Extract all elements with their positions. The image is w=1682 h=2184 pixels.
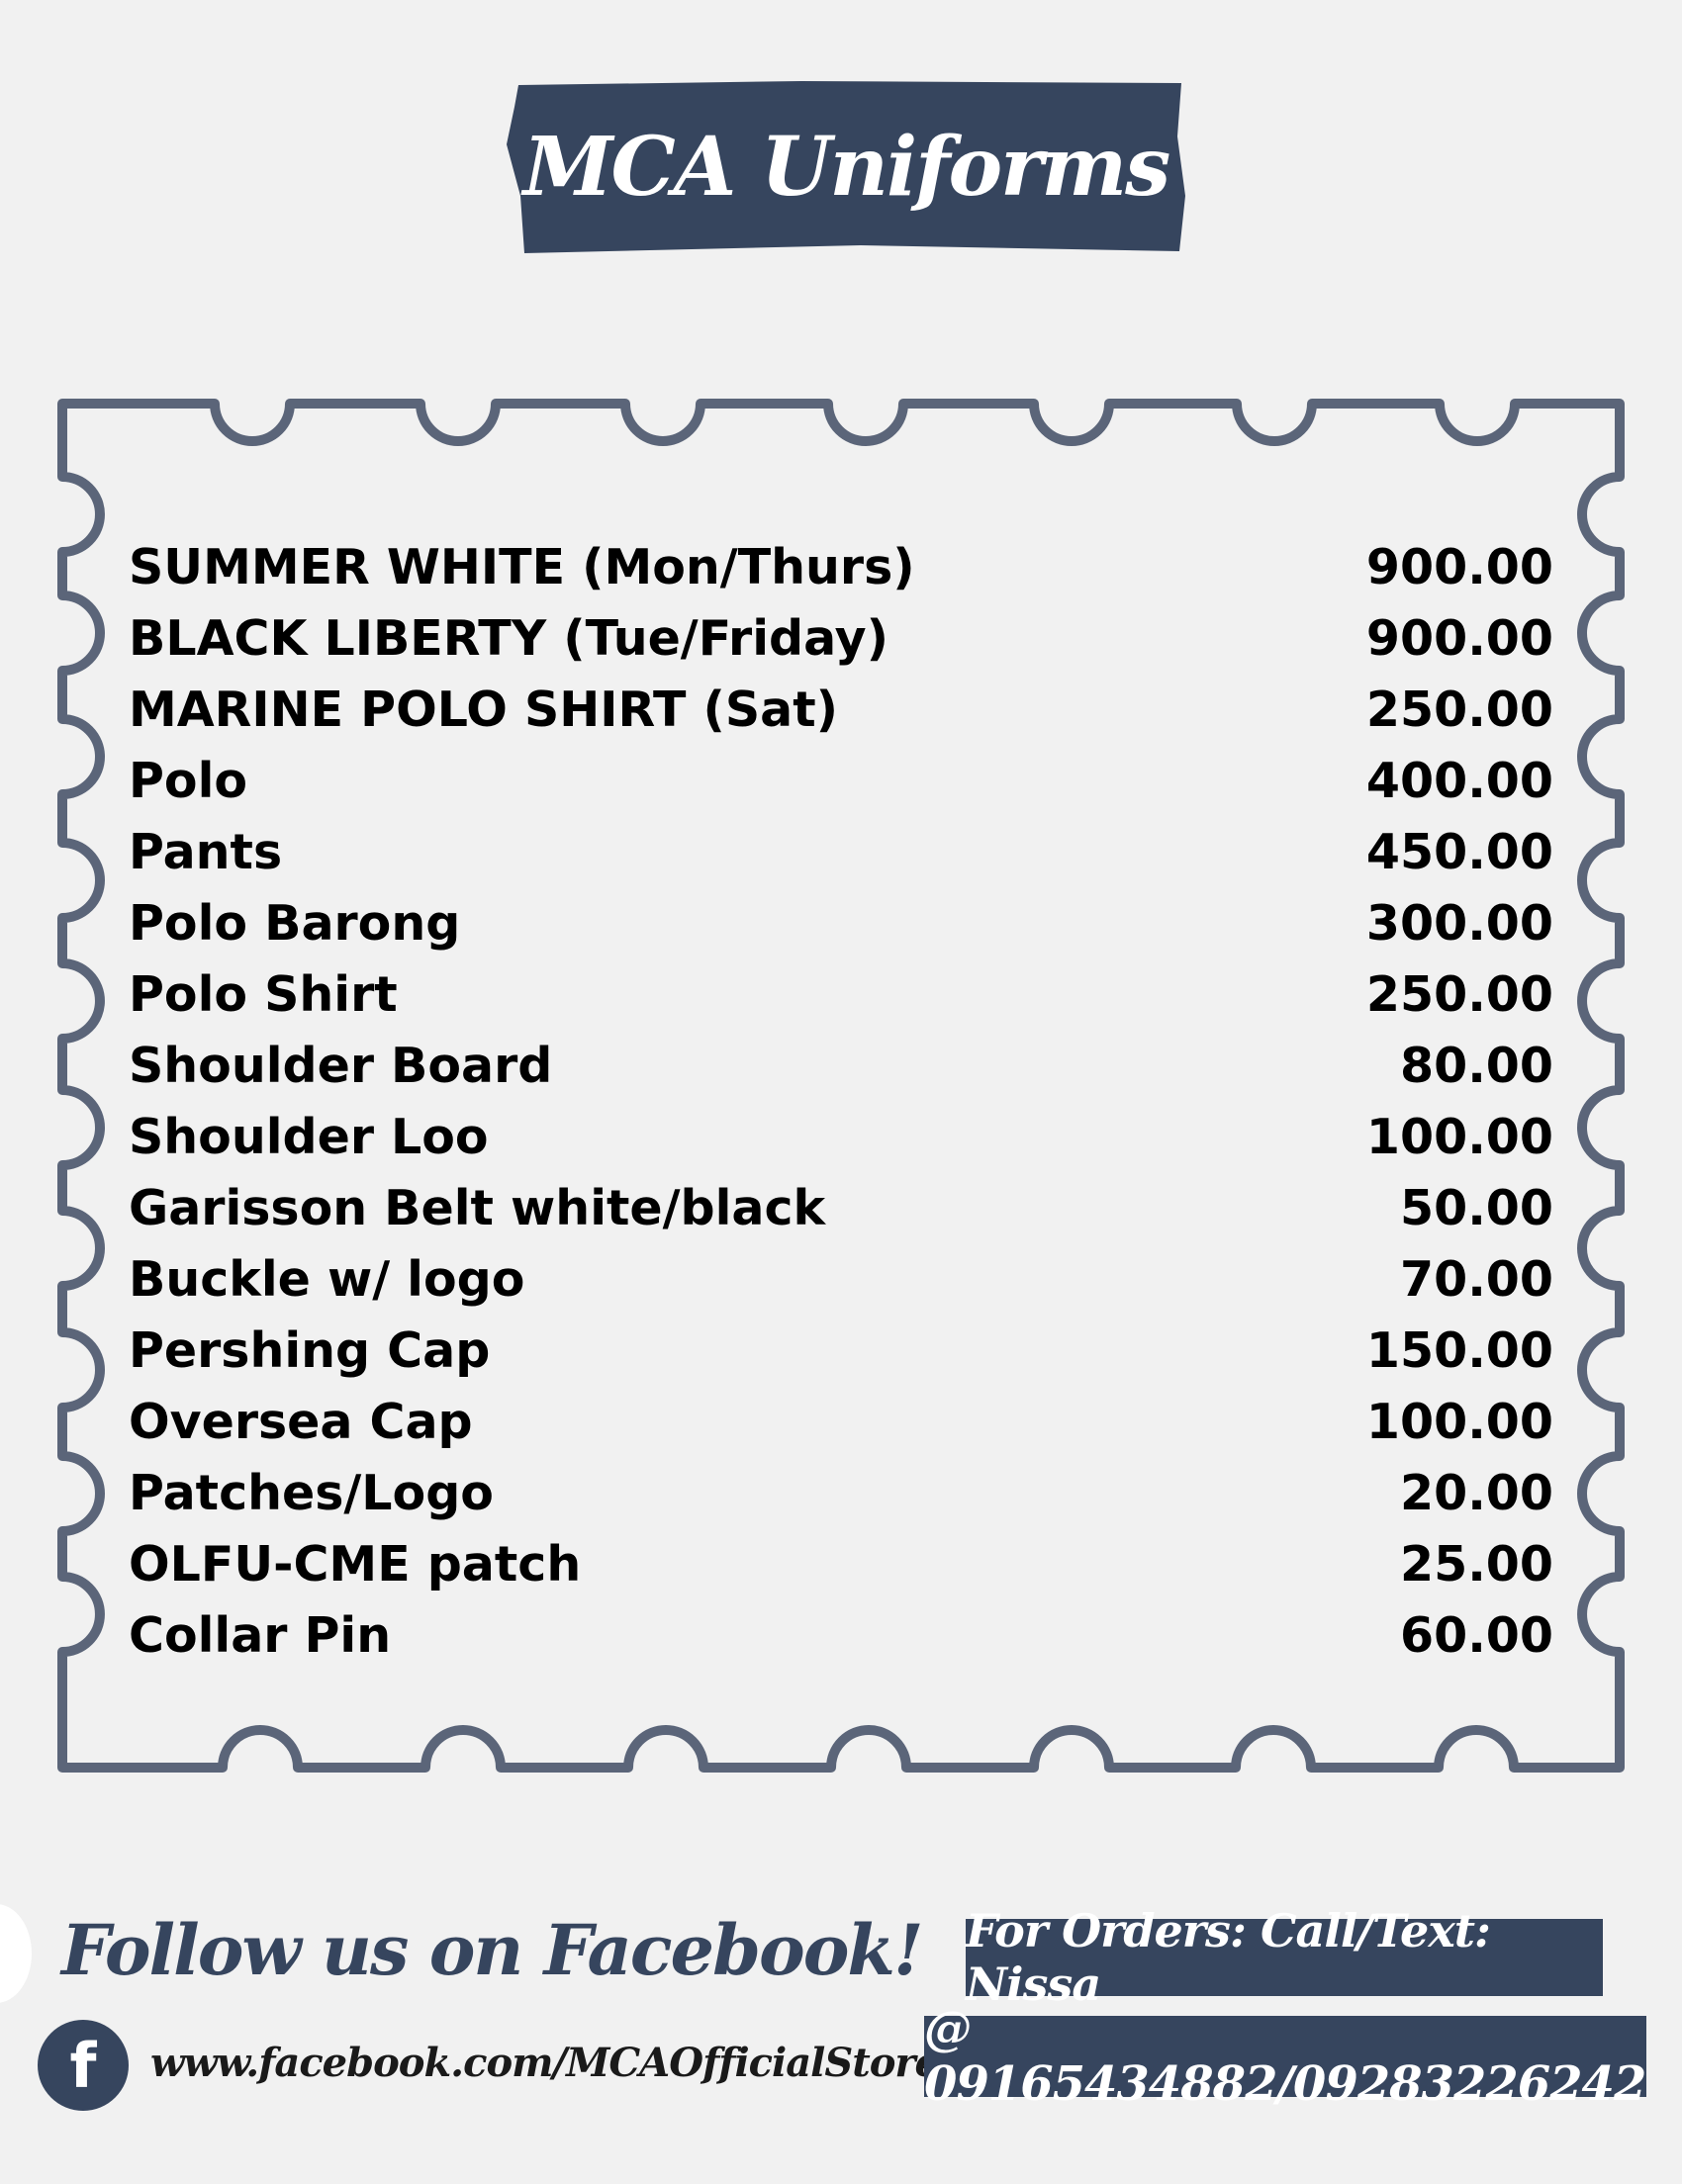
decorative-circle <box>0 1904 32 2003</box>
item-price: 300.00 <box>1365 894 1553 952</box>
item-price: 25.00 <box>1400 1535 1553 1592</box>
price-list: SUMMER WHITE (Mon/Thurs) 900.00 BLACK LIBE… <box>129 531 1553 1671</box>
price-row: MARINE POLO SHIRT (Sat) 250.00 <box>129 674 1553 745</box>
item-name: BLACK LIBERTY (Tue/Friday) <box>129 609 888 667</box>
price-row: Polo 400.00 <box>129 745 1553 816</box>
item-name: Patches/Logo <box>129 1464 494 1521</box>
item-price: 450.00 <box>1365 823 1553 880</box>
price-row: Garisson Belt white/black 50.00 <box>129 1172 1553 1243</box>
item-name: OLFU-CME patch <box>129 1535 582 1592</box>
price-row: Patches/Logo 20.00 <box>129 1457 1553 1528</box>
item-name: Garisson Belt white/black <box>129 1179 826 1236</box>
page-title: MCA Uniforms <box>522 120 1171 215</box>
item-name: Oversea Cap <box>129 1393 473 1450</box>
price-row: Polo Barong 300.00 <box>129 887 1553 958</box>
price-row: Polo Shirt 250.00 <box>129 958 1553 1030</box>
item-price: 900.00 <box>1365 538 1553 595</box>
item-price: 900.00 <box>1365 609 1553 667</box>
price-row: Shoulder Loo 100.00 <box>129 1101 1553 1172</box>
item-name: Pershing Cap <box>129 1321 491 1379</box>
item-price: 400.00 <box>1365 752 1553 809</box>
item-price: 70.00 <box>1400 1250 1553 1308</box>
item-name: Shoulder Board <box>129 1037 553 1094</box>
item-name: Polo <box>129 752 248 809</box>
price-row: SUMMER WHITE (Mon/Thurs) 900.00 <box>129 531 1553 602</box>
item-name: Collar Pin <box>129 1606 392 1664</box>
price-row: OLFU-CME patch 25.00 <box>129 1528 1553 1599</box>
item-price: 20.00 <box>1400 1464 1553 1521</box>
item-price: 100.00 <box>1365 1393 1553 1450</box>
price-row: Collar Pin 60.00 <box>129 1599 1553 1671</box>
facebook-icon[interactable]: f <box>38 2020 129 2111</box>
item-price: 80.00 <box>1400 1037 1553 1094</box>
item-price: 250.00 <box>1365 681 1553 738</box>
phone-numbers: @ 09165434882/09283226242 <box>924 2001 1646 2112</box>
item-price: 250.00 <box>1365 965 1553 1023</box>
orders-contact-label: For Orders: Call/Text: Nissa <box>966 1904 1603 2011</box>
item-price: 50.00 <box>1400 1179 1553 1236</box>
item-name: SUMMER WHITE (Mon/Thurs) <box>129 538 915 595</box>
title-banner: MCA Uniforms <box>505 77 1187 257</box>
item-price: 100.00 <box>1365 1108 1553 1165</box>
item-name: MARINE POLO SHIRT (Sat) <box>129 681 839 738</box>
facebook-url-link[interactable]: www.facebook.com/MCAOfficialStore/ <box>150 2040 954 2086</box>
item-price: 60.00 <box>1400 1606 1553 1664</box>
price-row: Pershing Cap 150.00 <box>129 1315 1553 1386</box>
item-name: Shoulder Loo <box>129 1108 489 1165</box>
price-row: BLACK LIBERTY (Tue/Friday) 900.00 <box>129 602 1553 674</box>
item-price: 150.00 <box>1365 1321 1553 1379</box>
price-row: Oversea Cap 100.00 <box>129 1386 1553 1457</box>
price-row: Pants 450.00 <box>129 816 1553 887</box>
price-row: Buckle w/ logo 70.00 <box>129 1243 1553 1315</box>
item-name: Polo Shirt <box>129 965 398 1023</box>
price-row: Shoulder Board 80.00 <box>129 1030 1553 1101</box>
follow-us-heading: Follow us on Facebook! <box>61 1909 924 1991</box>
item-name: Buckle w/ logo <box>129 1250 525 1308</box>
item-name: Pants <box>129 823 283 880</box>
item-name: Polo Barong <box>129 894 461 952</box>
